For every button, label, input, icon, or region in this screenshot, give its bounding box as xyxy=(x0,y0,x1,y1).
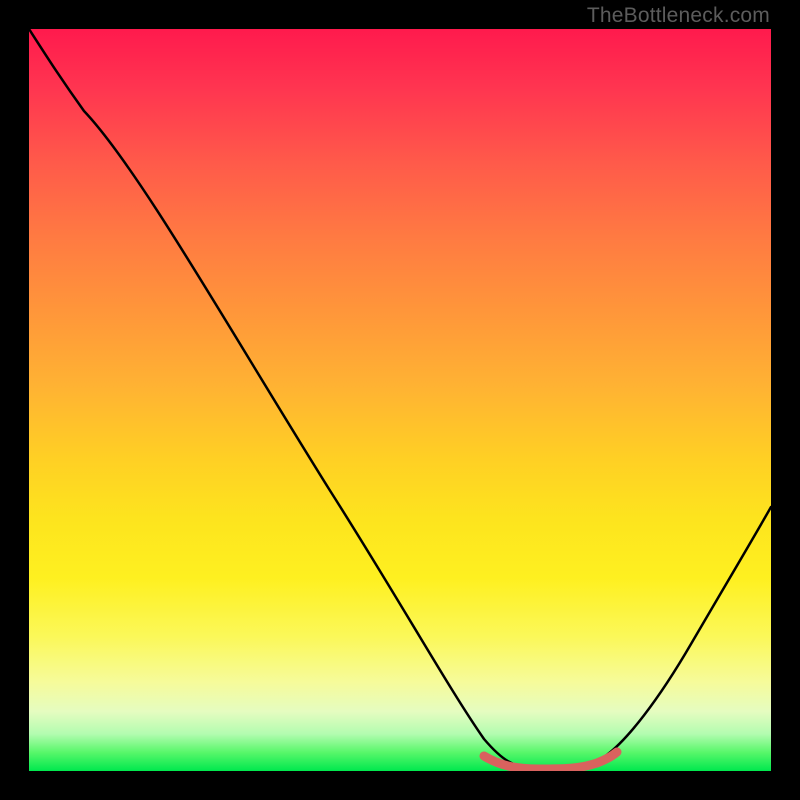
bottleneck-curve xyxy=(29,29,771,769)
highlight-segment xyxy=(484,752,617,769)
plot-area xyxy=(29,29,771,771)
chart-frame: TheBottleneck.com xyxy=(0,0,800,800)
curve-layer xyxy=(29,29,771,771)
watermark: TheBottleneck.com xyxy=(587,4,770,28)
